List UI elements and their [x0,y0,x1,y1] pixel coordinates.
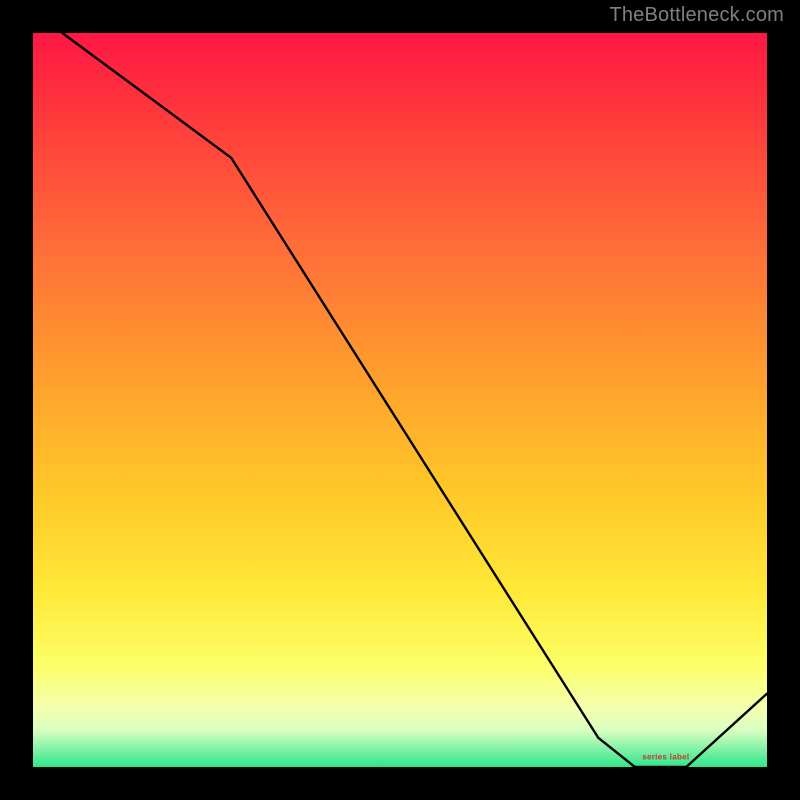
chart-stage: series label TheBottleneck.com [0,0,800,800]
series-label: series label [642,753,689,762]
plot-area [33,33,767,767]
watermark-text: TheBottleneck.com [609,4,784,27]
bottleneck-chart: series label [0,0,800,800]
